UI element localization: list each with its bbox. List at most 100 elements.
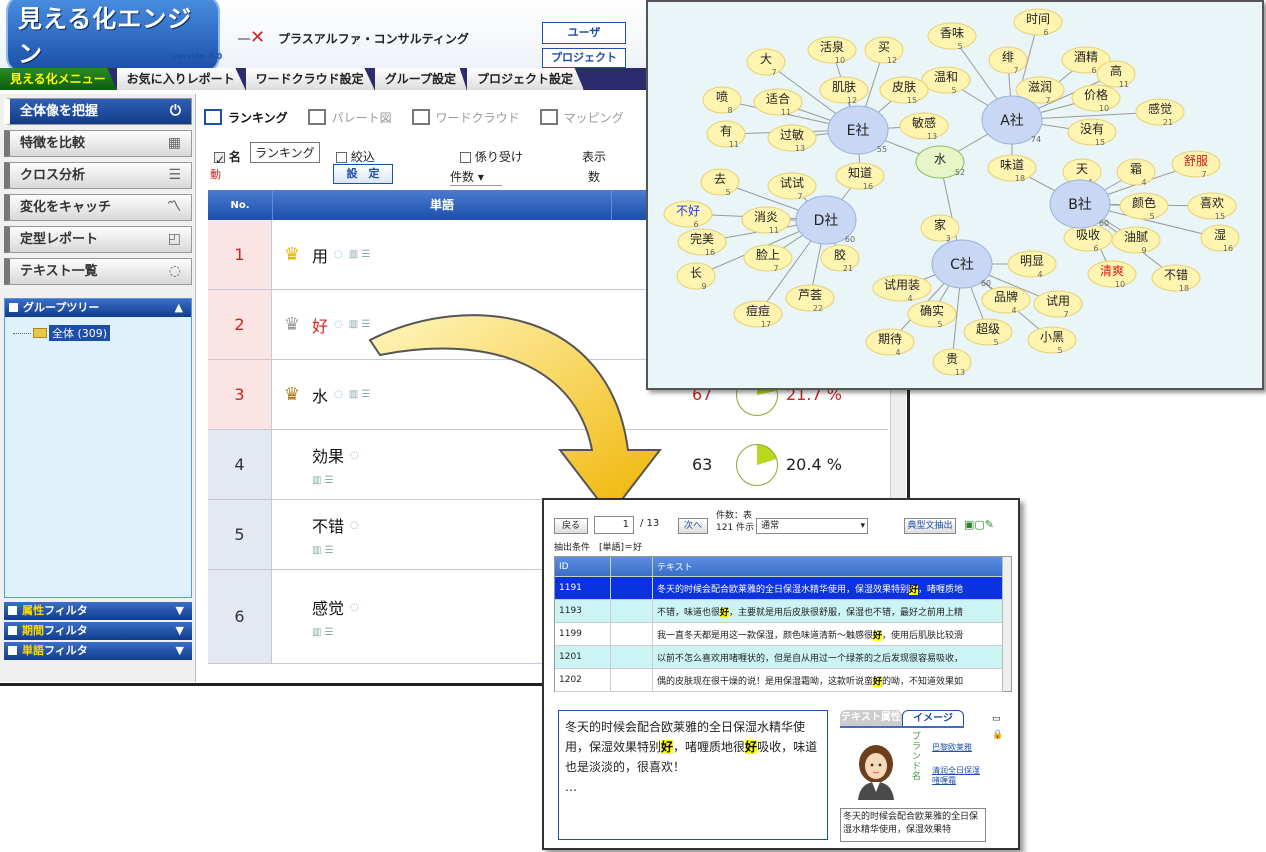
word-node[interactable]: 时间 6 <box>1013 8 1063 37</box>
word-node[interactable]: 知道 16 <box>835 162 885 191</box>
sidebar-item-report[interactable]: 定型レポート ◰ <box>4 226 192 253</box>
word-node[interactable]: 贵 13 <box>932 348 972 377</box>
word-node[interactable]: 芦荟 22 <box>785 284 835 313</box>
word-node[interactable]: 确实 5 <box>907 300 957 329</box>
word-node[interactable]: 温和 5 <box>921 66 971 95</box>
brand-link[interactable]: 巴黎欧莱雅 <box>932 742 972 753</box>
word-node[interactable]: 感觉 21 <box>1135 98 1185 127</box>
word-node[interactable]: 期待 4 <box>865 328 915 357</box>
word-label[interactable]: 水 <box>312 383 328 407</box>
sidebar-item-compare[interactable]: 特徴を比較 ▦ <box>4 130 192 157</box>
narrow-checkbox[interactable]: 絞込 <box>336 148 375 165</box>
word-label[interactable]: 感觉 <box>312 595 344 619</box>
chart-icons[interactable]: ▥ ☰ <box>312 545 334 556</box>
window-icon[interactable]: ▭ <box>992 714 1001 724</box>
word-node[interactable]: 价格 10 <box>1071 84 1121 113</box>
word-node[interactable]: 试用装 4 <box>872 274 932 303</box>
group-tree-header[interactable]: グループツリー ▲ <box>5 299 191 317</box>
word-node[interactable]: 喷8 <box>702 86 742 115</box>
table-row[interactable]: 1202 偶的皮肤现在很干燥的说！是用保湿霜呦，这款听说蛮好的呦，不知道效果如 <box>555 669 1003 692</box>
sidebar-item-trend[interactable]: 変化をキャッチ 〽 <box>4 194 192 221</box>
word-node[interactable]: 油腻 9 <box>1111 226 1161 255</box>
back-button[interactable]: 戻る <box>554 518 588 534</box>
menu-tab-project-settings[interactable]: プロジェクト設定 <box>466 68 584 90</box>
company-hub[interactable]: D社 60 <box>795 195 857 245</box>
word-node[interactable]: 品牌 4 <box>981 286 1031 315</box>
word-node[interactable]: 适合 11 <box>753 88 803 117</box>
word-node[interactable]: 高 11 <box>1096 60 1136 89</box>
table-row[interactable]: 1193 不错，味道也很好，主要就是用后皮肤很舒服，保湿也不错，最好之前用上精 <box>555 600 1003 623</box>
word-node[interactable]: 明显 4 <box>1007 250 1057 279</box>
word-label[interactable]: 不错 <box>312 513 344 537</box>
word-node[interactable]: 皮肤 15 <box>879 76 929 105</box>
word-node[interactable]: 吸收 6 <box>1063 224 1113 253</box>
word-node[interactable]: 味道 18 <box>987 154 1037 183</box>
checkbox[interactable] <box>336 152 347 163</box>
lock-icon[interactable]: 🔒 <box>992 730 1003 740</box>
group-tree-item[interactable]: 全体 (309) <box>13 325 191 341</box>
excel-icon[interactable]: ▣▢✎ <box>964 518 994 531</box>
word-node[interactable]: 活泉 10 <box>807 36 857 65</box>
word-node[interactable]: 去5 <box>700 168 740 197</box>
project-button[interactable]: プロジェクト <box>542 48 626 68</box>
name-checkbox[interactable]: ✓ 名 <box>214 148 241 167</box>
user-button[interactable]: ユーザ <box>542 22 626 44</box>
word-node[interactable]: 喜欢 15 <box>1187 192 1237 221</box>
word-node[interactable]: 家3 <box>920 214 960 243</box>
word-node[interactable]: 不好 6 <box>663 200 713 229</box>
word-label[interactable]: 効果 <box>312 443 344 467</box>
tab-text-attributes[interactable]: テキスト属性 <box>840 710 902 726</box>
next-button[interactable]: 次へ <box>678 518 708 534</box>
set-button[interactable]: 設 定 <box>333 164 393 184</box>
tab-mapping[interactable]: マッピング <box>539 109 624 126</box>
menu-tab-wordcloud-settings[interactable]: ワードクラウド設定 <box>245 68 375 90</box>
word-node[interactable]: 清爽 10 <box>1087 260 1137 289</box>
word-node[interactable]: 胶 21 <box>820 244 860 273</box>
word-node[interactable]: 试试 7 <box>767 172 817 201</box>
word-node[interactable]: 敏感 13 <box>899 112 949 141</box>
column-header-no[interactable]: No. <box>208 200 272 211</box>
word-filter[interactable]: 単語フィルタ ▼ <box>4 642 192 660</box>
speech-icon[interactable]: ◌ <box>350 520 359 531</box>
extract-typical-button[interactable]: 典型文抽出 <box>904 518 956 534</box>
word-node[interactable]: 长9 <box>676 262 716 291</box>
word-node[interactable]: 水 52 <box>915 145 965 179</box>
checkbox[interactable]: ✓ <box>214 152 225 167</box>
word-node[interactable]: 试用 7 <box>1033 290 1083 319</box>
word-node[interactable]: 脸上 7 <box>743 244 793 273</box>
table-row[interactable]: 1199 我一直冬天都是用这一款保湿，颜色味道清新～触感很好，使用后肌肤比较滑 <box>555 623 1003 646</box>
company-hub[interactable]: C社 60 <box>931 239 993 289</box>
company-hub[interactable]: A社 74 <box>981 95 1043 145</box>
word-node[interactable]: 没有 15 <box>1067 118 1117 147</box>
word-node[interactable]: 消炎 11 <box>741 206 791 235</box>
period-filter[interactable]: 期間フィルタ ▼ <box>4 622 192 640</box>
grid-scrollbar[interactable] <box>1002 557 1011 691</box>
word-node[interactable]: 绯7 <box>988 46 1028 75</box>
word-node[interactable]: 肌肤 12 <box>819 76 869 105</box>
company-hub[interactable]: B社 60 <box>1049 179 1111 229</box>
word-node[interactable]: 超级 5 <box>963 318 1013 347</box>
tab-wordcloud[interactable]: ワードクラウド <box>411 109 520 126</box>
column-header-id[interactable]: ID <box>555 557 611 576</box>
count-select[interactable]: 件数 ▾ <box>450 168 502 186</box>
speech-icon[interactable]: ◌ <box>334 389 343 400</box>
word-node[interactable]: 完美 16 <box>677 228 727 257</box>
checkbox[interactable] <box>460 152 471 163</box>
table-row[interactable]: 1201 以前不怎么喜欢用啫喱状的，但是自从用过一个绿茶的之后发现很容易吸收， <box>555 646 1003 669</box>
word-node[interactable]: 小黑 5 <box>1027 326 1077 355</box>
word-label[interactable]: 好 <box>312 313 328 337</box>
word-node[interactable]: 痘痘 17 <box>733 300 783 329</box>
chart-icons[interactable]: ▥ ☰ <box>312 475 334 486</box>
chart-icons[interactable]: ▥ ☰ <box>312 627 334 638</box>
sidebar-item-text-list[interactable]: テキスト一覧 ◌ <box>4 258 192 285</box>
menu-tab-group-settings[interactable]: グループ設定 <box>374 68 467 90</box>
menu-tab-favorites[interactable]: お気に入りレポート <box>116 68 246 90</box>
column-header-text[interactable]: テキスト <box>653 560 1003 573</box>
sidebar-item-overview[interactable]: 全体像を把握 ⏻ <box>4 98 192 125</box>
attribute-filter[interactable]: 属性フィルタ ▼ <box>4 602 192 620</box>
product-link[interactable]: 清润全日保湿啫喱霜 <box>932 766 984 786</box>
chart-icons[interactable]: ▥ ☰ <box>349 249 371 260</box>
tab-pareto[interactable]: パレート図 <box>307 109 392 126</box>
sidebar-item-cross[interactable]: クロス分析 ☰ <box>4 162 192 189</box>
dependency-checkbox[interactable]: 係り受け <box>460 148 523 165</box>
